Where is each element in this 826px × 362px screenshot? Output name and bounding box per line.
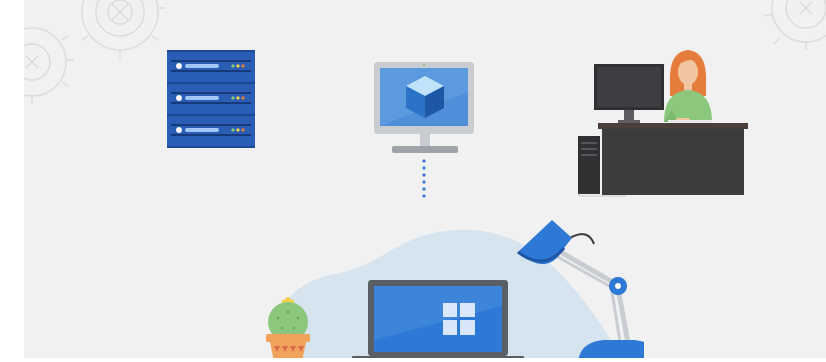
laptop-icon xyxy=(352,280,524,358)
connection-dots-icon xyxy=(422,159,426,198)
desk-lamp-icon xyxy=(517,220,644,358)
windows-logo-icon xyxy=(443,303,475,335)
illustration-canvas xyxy=(0,0,826,362)
gear-icon xyxy=(763,0,826,50)
server-rack-icon xyxy=(167,50,255,148)
office-worker-icon xyxy=(578,50,748,197)
virtual-machine-cube-icon xyxy=(374,62,474,153)
potted-cactus-icon xyxy=(266,297,310,358)
illustration-panel xyxy=(24,0,826,358)
